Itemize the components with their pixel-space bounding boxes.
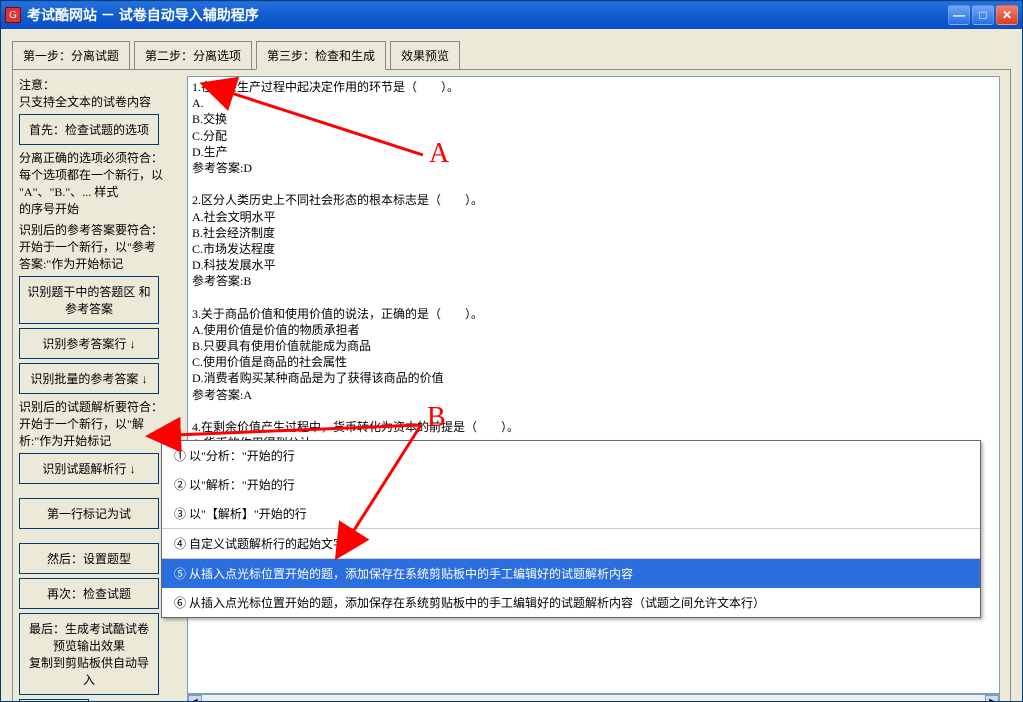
scroll-left-icon[interactable]: ◄ (188, 695, 202, 701)
btn-clear[interactable]: 清空重置 (19, 699, 89, 701)
q1-stem: 1.在社会生产过程中起决定作用的环节是（ ）。 (192, 79, 995, 95)
analysis-dropdown: ① 以"分析："开始的行 ② 以"解析："开始的行 ③ 以"【解析】"开始的行 … (161, 440, 981, 618)
dropdown-item-4[interactable]: ④ 自定义试题解析行的起始文字 (162, 528, 980, 558)
dropdown-item-2[interactable]: ② 以"解析："开始的行 (162, 470, 980, 499)
annotation-b: B (427, 402, 446, 434)
note-label: 注意： 只支持全文本的试卷内容 (19, 76, 179, 110)
help-analysis: 识别后的试题解析要符合： 开始于一个新行，以"解 析:"作为开始标记 (19, 398, 179, 449)
annotation-a: A (429, 138, 449, 170)
btn-analysis-line[interactable]: 识别试题解析行 ↓ (19, 453, 159, 484)
dropdown-item-5[interactable]: ⑤ 从插入点光标位置开始的题，添加保存在系统剪贴板中的手工编辑好的试题解析内容 (162, 558, 980, 588)
window-title: 考试酷网站 － 试卷自动导入辅助程序 (27, 5, 948, 25)
scroll-right-icon[interactable]: ► (985, 695, 999, 701)
btn-recheck[interactable]: 再次：检查试题 (19, 578, 159, 609)
tab-preview[interactable]: 效果预览 (390, 41, 460, 70)
close-button[interactable]: ✕ (996, 5, 1018, 25)
tab-step1[interactable]: 第一步：分离试题 (12, 41, 130, 70)
help-answers: 识别后的参考答案要符合： 开始于一个新行，以"参考 答案:"作为开始标记 (19, 221, 179, 272)
app-icon: G (5, 7, 21, 23)
btn-answer-batch[interactable]: 识别批量的参考答案 ↓ (19, 363, 159, 394)
tab-strip: 第一步：分离试题 第二步：分离选项 第三步：检查和生成 效果预览 (6, 34, 1017, 69)
dropdown-item-3[interactable]: ③ 以"【解析】"开始的行 (162, 499, 980, 528)
q3-stem: 3.关于商品价值和使用价值的说法，正确的是（ ）。 (192, 306, 995, 322)
dropdown-item-6[interactable]: ⑥ 从插入点光标位置开始的题，添加保存在系统剪贴板中的手工编辑好的试题解析内容（… (162, 588, 980, 617)
btn-set-type[interactable]: 然后：设置题型 (19, 543, 159, 574)
btn-firstline-mark[interactable]: 第一行标记为试 (19, 498, 159, 529)
titlebar: G 考试酷网站 － 试卷自动导入辅助程序 ― □ ✕ (1, 1, 1022, 29)
tab-step2[interactable]: 第二步：分离选项 (134, 41, 252, 70)
btn-generate[interactable]: 最后：生成考试酷试卷 预览输出效果 复制到剪贴板供自动导入 (19, 613, 159, 695)
sidebar: 注意： 只支持全文本的试卷内容 首先：检查试题的选项 分离正确的选项必须符合： … (19, 76, 179, 701)
tab-step3[interactable]: 第三步：检查和生成 (256, 41, 386, 70)
btn-check-options[interactable]: 首先：检查试题的选项 (19, 114, 159, 145)
q2-stem: 2.区分人类历史上不同社会形态的根本标志是（ ）。 (192, 192, 995, 208)
q4-stem: 4.在剩余价值产生过程中，货币转化为资本的前提是（ ）。 (192, 419, 995, 435)
minimize-button[interactable]: ― (948, 5, 970, 25)
dropdown-item-1[interactable]: ① 以"分析："开始的行 (162, 441, 980, 470)
btn-answer-line[interactable]: 识别参考答案行 ↓ (19, 328, 159, 359)
maximize-button[interactable]: □ (972, 5, 994, 25)
btn-answer-area[interactable]: 识别题干中的答题区 和参考答案 (19, 276, 159, 324)
help-options: 分离正确的选项必须符合： 每个选项都在一个新行，以 "A"、"B."、... 样… (19, 149, 179, 217)
horizontal-scrollbar[interactable]: ◄ ► (187, 694, 1000, 701)
tab-body: 注意： 只支持全文本的试卷内容 首先：检查试题的选项 分离正确的选项必须符合： … (12, 69, 1011, 701)
